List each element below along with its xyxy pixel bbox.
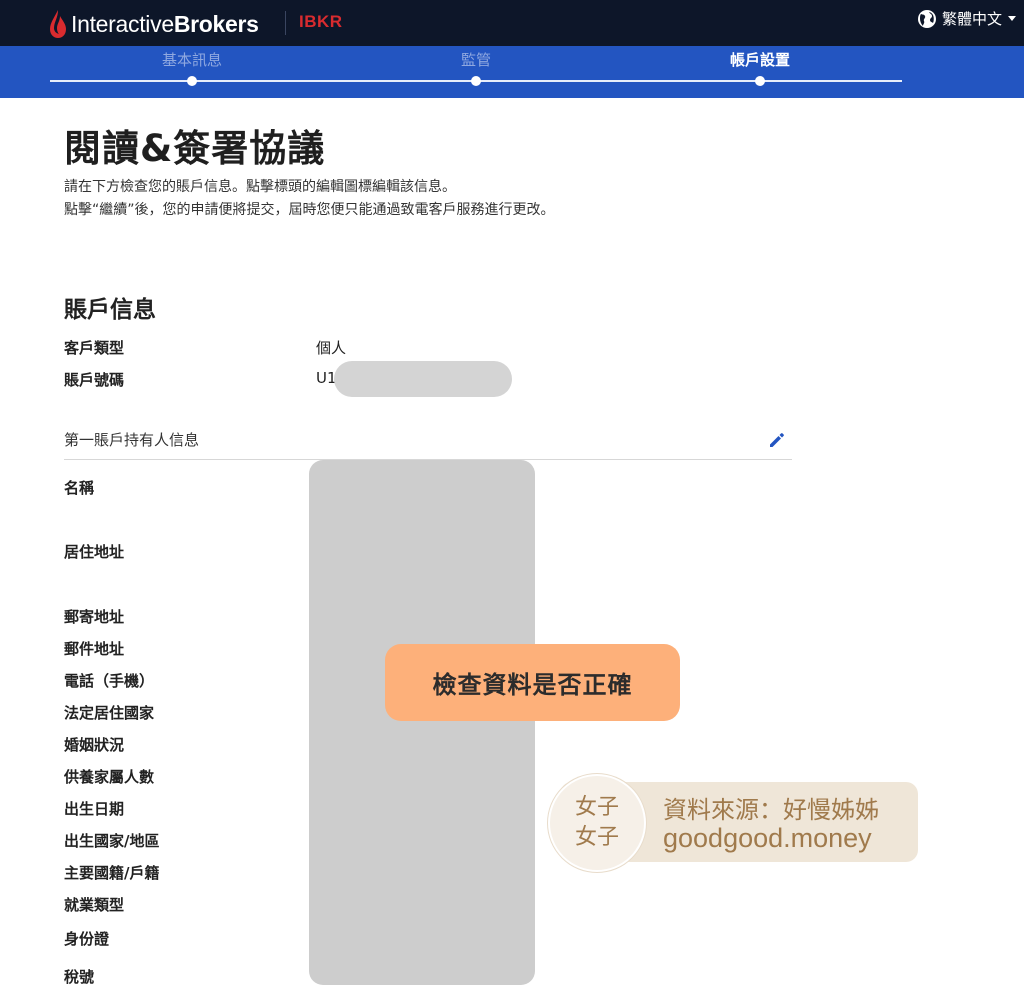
account-number-label: 賬戶號碼 — [64, 371, 125, 389]
intro-line-2: 點擊“繼續”後，您的申請便將提交，屆時您便只能通過致電客戶服務進行更改。 — [64, 202, 555, 218]
credit-logo-badge: 女子 女子 — [548, 774, 646, 872]
step-label: 基本訊息 — [161, 51, 222, 69]
header-divider — [285, 11, 286, 35]
language-label: 繁體中文 — [941, 10, 1002, 28]
page-title: 閱讀&簽署協議 — [64, 127, 326, 170]
field-label-tax-id: 稅號 — [64, 968, 95, 986]
badge-text-bottom: 女子 — [574, 825, 619, 850]
step-dot — [471, 76, 481, 86]
brand-name: InteractiveBrokers — [71, 11, 259, 38]
step-dot — [187, 76, 197, 86]
credit-source-text: 資料來源：好慢姊姊 — [663, 796, 879, 824]
ticker-label: IBKR — [299, 12, 343, 31]
brand-name-light: Interactive — [71, 10, 174, 37]
field-label-marital-status: 婚姻狀況 — [64, 736, 125, 754]
step-label: 帳戶設置 — [729, 51, 790, 69]
brand-logo[interactable]: InteractiveBrokers — [48, 8, 259, 40]
field-label-dependents: 供養家屬人數 — [64, 768, 155, 786]
brand-name-bold: Brokers — [173, 10, 259, 37]
step-dot — [755, 76, 765, 86]
holder-values-redaction — [309, 460, 535, 985]
top-bar: InteractiveBrokers IBKR 繁體中文 — [0, 0, 1024, 46]
intro-line-1: 請在下方檢查您的賬戶信息。點擊標頭的編輯圖標編輯該信息。 — [64, 179, 456, 195]
logo-mark-icon — [50, 10, 66, 38]
callout-text: 檢查資料是否正確 — [432, 671, 633, 699]
client-type-value: 個人 — [316, 339, 347, 357]
credit-site-text: goodgood.money — [663, 823, 872, 853]
field-label-residential-address: 居住地址 — [64, 543, 125, 561]
field-label-mobile-phone: 電話（手機） — [64, 672, 155, 690]
holder-section-title: 第一賬戶持有人信息 — [64, 431, 200, 449]
chevron-down-icon — [1008, 16, 1016, 21]
account-number-redaction — [334, 361, 512, 397]
language-selector[interactable]: 繁體中文 — [917, 8, 1016, 29]
field-label-email: 郵件地址 — [64, 640, 125, 658]
progress-stepper: 基本訊息 監管 帳戶設置 — [0, 46, 1024, 98]
field-label-name: 名稱 — [64, 479, 95, 497]
step-basic-info[interactable]: 基本訊息 — [92, 46, 292, 86]
step-label: 監管 — [460, 51, 491, 69]
client-type-label: 客戶類型 — [64, 339, 125, 357]
pencil-edit-icon[interactable] — [767, 430, 787, 450]
step-account-setup[interactable]: 帳戶設置 — [660, 46, 860, 86]
field-label-mailing-address: 郵寄地址 — [64, 608, 125, 626]
field-label-id-card: 身份證 — [64, 930, 110, 948]
step-regulatory[interactable]: 監管 — [376, 46, 576, 86]
field-label-legal-residence: 法定居住國家 — [64, 704, 155, 722]
account-info-title: 賬戶信息 — [64, 297, 156, 323]
field-label-birth-date: 出生日期 — [64, 800, 125, 818]
annotation-callout: 檢查資料是否正確 — [385, 644, 680, 721]
field-label-citizenship: 主要國籍/戶籍 — [64, 864, 160, 882]
globe-icon — [917, 9, 936, 28]
intro-text: 請在下方檢查您的賬戶信息。點擊標頭的編輯圖標編輯該信息。 點擊“繼續”後，您的申… — [64, 176, 555, 222]
badge-text-top: 女子 — [574, 795, 619, 820]
field-label-employment-type: 就業類型 — [64, 896, 125, 914]
field-label-birth-country: 出生國家/地區 — [64, 832, 160, 850]
